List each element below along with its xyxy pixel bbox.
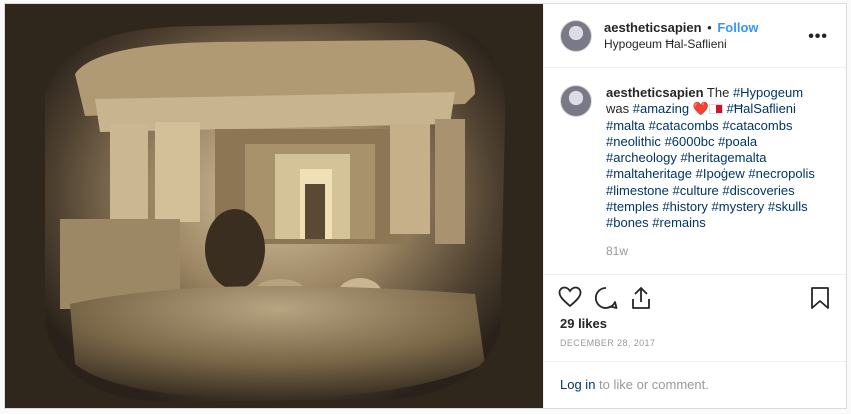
likes-count[interactable]: 29 likes xyxy=(560,316,607,331)
hashtag[interactable]: #remains xyxy=(652,215,705,230)
separator-dot: • xyxy=(707,19,712,35)
hashtag[interactable]: #history xyxy=(662,199,708,214)
hashtag[interactable]: #maltaheritage xyxy=(606,166,692,181)
action-bar xyxy=(544,274,846,314)
hashtag[interactable]: #6000bc xyxy=(665,134,715,149)
heart-icon[interactable] xyxy=(558,286,582,308)
post-photo[interactable] xyxy=(5,4,543,408)
caption-was: was xyxy=(606,101,633,117)
username-link[interactable]: aestheticsapien xyxy=(604,20,702,35)
hashtag[interactable]: #discoveries xyxy=(722,183,794,198)
post-sidebar: aestheticsapien • Follow Hypogeum Ħal-Sa… xyxy=(543,4,846,408)
post-header: aestheticsapien • Follow Hypogeum Ħal-Sa… xyxy=(544,4,846,68)
hashtag[interactable]: #culture xyxy=(673,183,719,198)
avatar[interactable] xyxy=(560,85,592,117)
login-link[interactable]: Log in xyxy=(560,377,595,392)
heart-emoji-icon: ❤️ xyxy=(692,101,709,117)
hashtag[interactable]: #Ipoġew xyxy=(696,166,745,181)
hashtag-list: #malta #catacombs #catacombs #neolithic … xyxy=(606,118,815,231)
hashtag[interactable]: #malta xyxy=(606,118,645,133)
hashtag[interactable]: #skulls xyxy=(768,199,808,214)
comment-icon[interactable] xyxy=(594,286,618,310)
hashtag[interactable]: #neolithic xyxy=(606,134,661,149)
post-time-ago: 81w xyxy=(606,243,629,258)
avatar[interactable] xyxy=(560,19,592,52)
hashtag[interactable]: #limestone xyxy=(606,183,669,198)
hashtag[interactable]: #ĦalSaflieni xyxy=(727,101,796,116)
hashtag[interactable]: #bones xyxy=(606,215,649,230)
more-options-icon[interactable]: ••• xyxy=(808,28,828,46)
post-date: DECEMBER 28, 2017 xyxy=(560,338,656,348)
hashtag[interactable]: #heritagemalta xyxy=(680,150,766,165)
cave-photo xyxy=(5,4,543,408)
hashtag[interactable]: #mystery xyxy=(712,199,765,214)
location-link[interactable]: Hypogeum Ħal-Saflieni xyxy=(604,36,759,53)
share-icon[interactable] xyxy=(630,286,652,310)
caption-username[interactable]: aestheticsapien xyxy=(606,85,704,100)
hashtag[interactable]: #poala xyxy=(718,134,757,149)
hashtag[interactable]: #catacombs xyxy=(722,118,792,133)
hashtag[interactable]: #archeology xyxy=(606,150,677,165)
hashtag[interactable]: #Hypogeum xyxy=(733,85,803,100)
caption-text: aestheticsapien The #Hypogeum was #amazi… xyxy=(606,85,828,259)
follow-button[interactable]: Follow xyxy=(717,20,758,35)
hashtag[interactable]: #amazing xyxy=(633,101,689,116)
login-prompt: Log in to like or comment. xyxy=(544,361,846,408)
caption-lead: The xyxy=(703,85,733,100)
instagram-post: aestheticsapien • Follow Hypogeum Ħal-Sa… xyxy=(4,3,847,409)
hashtag[interactable]: #catacombs xyxy=(649,118,719,133)
hashtag[interactable]: #temples xyxy=(606,199,659,214)
bookmark-icon[interactable] xyxy=(810,286,830,310)
header-text: aestheticsapien • Follow Hypogeum Ħal-Sa… xyxy=(604,19,759,53)
caption-comment: aestheticsapien The #Hypogeum was #amazi… xyxy=(544,68,846,259)
login-suffix: to like or comment. xyxy=(595,377,709,392)
hashtag[interactable]: #necropolis xyxy=(748,166,815,181)
malta-flag-icon xyxy=(708,104,723,115)
header-line: aestheticsapien • Follow xyxy=(604,19,759,36)
